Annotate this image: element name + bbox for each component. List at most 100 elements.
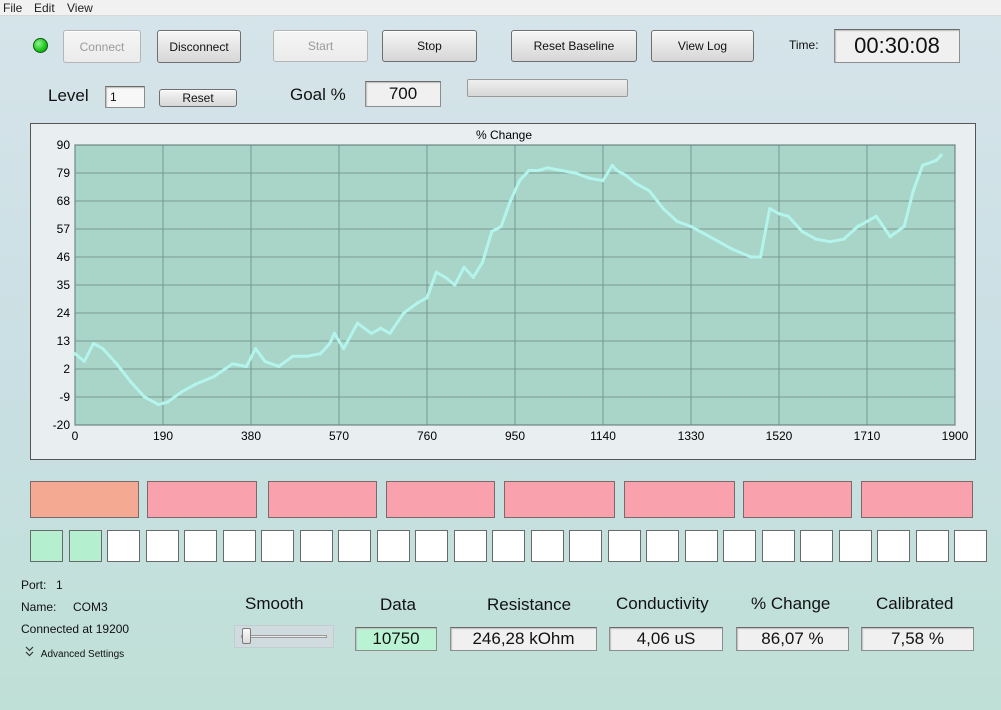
start-button[interactable]: Start (273, 30, 368, 62)
y-tick-label: 68 (57, 194, 71, 208)
connect-button[interactable]: Connect (63, 30, 141, 63)
data-point (416, 301, 420, 305)
data-point (939, 153, 943, 157)
x-tick-label: 1330 (678, 429, 705, 443)
x-tick-label: 760 (417, 429, 437, 443)
advanced-settings-toggle[interactable]: Advanced Settings (25, 646, 124, 660)
level-square (800, 530, 833, 562)
x-tick-label: 1520 (766, 429, 793, 443)
level-square (646, 530, 679, 562)
level-square (30, 530, 63, 562)
data-point (689, 224, 693, 229)
level-block (624, 481, 735, 518)
data-point (263, 359, 267, 363)
data-point (647, 189, 651, 193)
level-square (723, 530, 756, 562)
goal-value: 700 (365, 81, 441, 107)
level-block (147, 481, 257, 518)
data-label: Data (380, 595, 416, 614)
level-square (453, 530, 487, 562)
level-square (107, 530, 140, 562)
data-point (179, 390, 184, 394)
smooth-slider[interactable] (234, 625, 334, 648)
data-point (115, 362, 119, 366)
data-point (193, 382, 198, 386)
level-label: Level (48, 86, 89, 105)
data-point (254, 347, 258, 351)
data-point (856, 224, 860, 229)
data-point (156, 403, 160, 407)
goal-progress-bar (467, 79, 628, 97)
level-input[interactable]: 1 (105, 86, 145, 108)
data-point (874, 214, 878, 218)
level-square (68, 530, 102, 562)
name-label: Name: (21, 600, 57, 614)
resistance-label: Resistance (487, 595, 572, 614)
port-label: Port: (21, 578, 47, 592)
data-point (462, 265, 466, 269)
data-point (291, 354, 295, 358)
level-reset-button[interactable]: Reset (159, 89, 237, 107)
data-point (800, 229, 804, 234)
chevron-double-down-icon (25, 646, 34, 660)
data-point (73, 352, 77, 356)
menu-file[interactable]: File (3, 1, 22, 15)
level-square (299, 530, 333, 562)
level-square (530, 530, 564, 562)
data-point (277, 364, 281, 369)
conductivity-label: Conductivity (616, 594, 709, 613)
data-point (318, 352, 323, 356)
data-point (388, 331, 392, 335)
view-log-button[interactable]: View Log (651, 30, 754, 62)
menu-edit[interactable]: Edit (34, 1, 55, 15)
data-point (661, 207, 665, 211)
data-point (328, 341, 332, 346)
level-square (915, 530, 949, 562)
data-point (934, 158, 939, 162)
data-point (717, 240, 721, 244)
data-point (527, 168, 531, 173)
data-point (777, 212, 781, 216)
data-point (304, 354, 309, 358)
x-tick-label: 950 (505, 429, 525, 443)
level-square (492, 530, 525, 562)
resistance-value: 246,28 kOhm (450, 627, 597, 651)
level-square (145, 530, 179, 562)
name-value: COM3 (73, 600, 108, 614)
smooth-slider-track (241, 635, 327, 638)
stop-button[interactable]: Stop (382, 30, 477, 62)
x-tick-label: 1710 (854, 429, 881, 443)
data-point (369, 331, 374, 335)
data-point (675, 219, 679, 223)
y-tick-label: 79 (57, 166, 71, 180)
data-point (128, 380, 133, 384)
data-point (587, 176, 591, 180)
level-square (954, 530, 987, 562)
data-point (142, 395, 147, 399)
disconnect-button[interactable]: Disconnect (157, 30, 241, 63)
data-point (920, 163, 925, 167)
y-tick-label: 24 (57, 306, 71, 320)
time-label: Time: (789, 38, 819, 52)
y-tick-label: 2 (63, 362, 70, 376)
conductivity-value: 4,06 uS (609, 627, 723, 651)
y-tick-label: -20 (53, 418, 71, 432)
x-tick-label: 380 (241, 429, 261, 443)
data-point (559, 168, 563, 173)
y-tick-label: 57 (57, 222, 71, 236)
data-point (758, 255, 763, 259)
menu-view[interactable]: View (67, 1, 93, 15)
reset-baseline-button[interactable]: Reset Baseline (511, 30, 637, 62)
data-point (518, 179, 522, 183)
data-point (82, 359, 86, 363)
data-point (508, 199, 512, 203)
level-square (607, 530, 641, 562)
data-point (624, 173, 628, 178)
connection-status-text: Connected at 19200 (21, 622, 130, 636)
smooth-slider-thumb[interactable] (242, 628, 251, 644)
level-square (261, 530, 294, 562)
data-point (101, 347, 105, 351)
percent-change-label: % Change (751, 594, 831, 613)
level-block (861, 481, 973, 518)
data-point (786, 214, 790, 218)
